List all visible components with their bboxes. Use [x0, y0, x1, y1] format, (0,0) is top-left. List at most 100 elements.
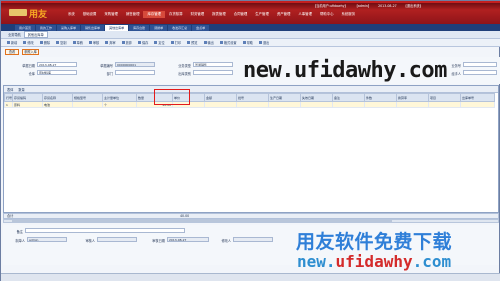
table-cell[interactable] — [204, 101, 238, 108]
add-icon — [7, 41, 10, 44]
table-cell[interactable] — [268, 101, 302, 108]
print-button[interactable]: 打印 — [168, 40, 184, 45]
format-button[interactable]: 格式设置 — [217, 40, 240, 45]
dept-field[interactable] — [115, 70, 155, 75]
table-cell[interactable]: 原料 — [12, 101, 44, 108]
menu-item[interactable]: 系统 — [64, 11, 79, 18]
delete-button[interactable]: 删除 — [37, 40, 53, 45]
crumb-current[interactable]: 其他出库单 — [23, 31, 48, 38]
status-bar — [1, 273, 500, 281]
copy-button[interactable]: 复制 — [53, 40, 69, 45]
logo-mark-icon — [9, 9, 27, 16]
exit-icon — [259, 41, 262, 44]
col-header[interactable]: 批号 — [236, 93, 270, 102]
add-button[interactable]: 新增 — [4, 40, 20, 45]
horizontal-scrollbar[interactable] — [3, 219, 499, 223]
table-cell[interactable] — [72, 101, 104, 108]
user-name: 【admin】 — [354, 4, 372, 8]
handler-field[interactable] — [463, 70, 497, 75]
col-header[interactable]: 换算率 — [396, 93, 430, 102]
menu-item-active[interactable]: 库存管理 — [143, 11, 166, 18]
reference-in-button[interactable]: 参照入库 — [22, 49, 39, 55]
save-button[interactable]: 保存 — [135, 40, 151, 45]
table-cell[interactable] — [236, 101, 270, 108]
scrollbar-thumb[interactable] — [12, 220, 392, 222]
col-header[interactable]: 失效日期 — [300, 93, 334, 102]
draft-button[interactable]: 草稿 — [70, 40, 86, 45]
preview-icon — [187, 41, 191, 44]
print-icon — [170, 41, 174, 44]
modifier-field[interactable] — [233, 237, 273, 242]
unapprove-button[interactable]: 弃审 — [102, 40, 118, 45]
locate-button[interactable]: 定位 — [151, 40, 167, 45]
biz-type-field[interactable]: 普通销售 — [193, 62, 233, 67]
doc-date-label: 单据日期 — [22, 64, 35, 68]
col-header[interactable]: 项目 — [428, 93, 462, 102]
draft-icon — [72, 41, 76, 44]
reviewer-label: 审核人 — [85, 239, 95, 243]
help-button[interactable]: 帮助 — [240, 40, 256, 45]
col-header[interactable]: 生产日期 — [268, 93, 302, 102]
col-header[interactable]: 存货名称 — [42, 93, 74, 102]
biz-no-field[interactable] — [463, 62, 497, 67]
menu-item[interactable]: 存货核算 — [165, 11, 187, 18]
col-header[interactable]: 出库单号 — [460, 93, 496, 102]
table-cell[interactable] — [396, 101, 430, 108]
preview-button[interactable]: 预览 — [184, 40, 200, 45]
menu-item[interactable]: 采购管理 — [100, 11, 122, 18]
table-cell[interactable] — [428, 101, 462, 108]
menu-item[interactable]: 销售管理 — [122, 11, 144, 18]
menu-item[interactable]: 报表管理 — [208, 11, 230, 18]
menu-item[interactable]: 资产管理 — [273, 11, 295, 18]
export-button[interactable]: 输出 — [201, 40, 217, 45]
watermark-url-top: new.ufidawhy.com — [243, 58, 447, 83]
modifier-label: 修改人 — [221, 239, 231, 243]
menu-item[interactable]: 基础设置 — [79, 11, 101, 18]
exit-button[interactable]: 退出 — [256, 40, 272, 45]
review-date-field[interactable]: 2013-08-27 — [167, 237, 209, 242]
menu-item[interactable]: 合同管理 — [230, 11, 252, 18]
reviewer-field[interactable] — [97, 237, 137, 242]
col-header[interactable]: 行号 — [3, 93, 14, 102]
table-cell[interactable]: 电池 — [42, 101, 74, 108]
discard-button[interactable]: 放弃 — [119, 40, 135, 45]
crumb-nav[interactable]: 业务导航 — [5, 32, 24, 37]
maker-label: 制单人 — [15, 239, 25, 243]
table-cell[interactable] — [460, 101, 496, 108]
table-cell[interactable] — [332, 101, 366, 108]
col-header[interactable]: 存货编码 — [12, 93, 44, 102]
help-icon — [242, 41, 246, 44]
menu-item[interactable]: 系统服务 — [338, 11, 360, 18]
app-window: 用友 【当前用户:ufidawhy】 【admin】 2013-08-27 【退… — [0, 0, 500, 281]
table-header-row: 行号 存货编码 存货名称 规格型号 主计量单位 数量 单价 金额 批号 生产日期… — [3, 93, 496, 102]
grid-title-bar: 表体 数量 — [4, 86, 498, 93]
edit-icon — [23, 41, 27, 44]
menu-item[interactable]: 财务管理 — [187, 11, 209, 18]
menu-item[interactable]: 帮助中心 — [316, 11, 338, 18]
menu-item[interactable]: 生产管理 — [251, 11, 273, 18]
table-row[interactable]: 1 原料 电池 个 40.00 — [3, 101, 496, 108]
table-cell[interactable] — [300, 101, 334, 108]
remark-field[interactable] — [25, 228, 185, 233]
col-header[interactable]: 规格型号 — [72, 93, 104, 102]
logout-link[interactable]: 【退出系统】 — [404, 4, 423, 8]
col-header[interactable]: 备注 — [332, 93, 366, 102]
table-cell[interactable]: 1 — [3, 101, 14, 108]
warehouse-field[interactable]: 原材料库 — [37, 70, 77, 75]
main-menu: 系统 基础设置 采购管理 销售管理 库存管理 存货核算 财务管理 报表管理 合同… — [64, 11, 359, 18]
view-button[interactable]: 查看 — [5, 49, 19, 55]
doc-date-field[interactable]: 2013-08-27 — [37, 62, 77, 67]
menu-item[interactable]: 人事管理 — [294, 11, 316, 18]
table-cell[interactable] — [364, 101, 398, 108]
top-menu-bar: 用友 【当前用户:ufidawhy】 【admin】 2013-08-27 【退… — [1, 1, 500, 24]
col-header[interactable]: 金额 — [204, 93, 238, 102]
col-header[interactable]: 件数 — [364, 93, 398, 102]
col-header[interactable]: 主计量单位 — [102, 93, 138, 102]
doc-no-field[interactable]: 0000000001 — [115, 62, 155, 67]
approve-button[interactable]: 审核 — [86, 40, 102, 45]
table-cell[interactable]: 个 — [102, 101, 138, 108]
out-type-field[interactable] — [193, 70, 233, 75]
maker-field[interactable]: admin — [27, 237, 67, 242]
current-user: 【当前用户:ufidawhy】 — [313, 4, 348, 8]
edit-button[interactable]: 修改 — [20, 40, 36, 45]
